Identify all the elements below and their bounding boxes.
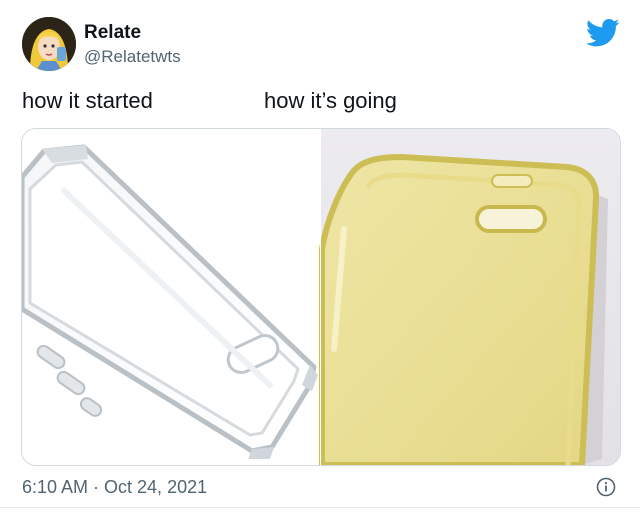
tweet-media[interactable] <box>21 128 621 466</box>
avatar[interactable] <box>22 17 76 71</box>
clear-phone-case-image <box>22 129 321 465</box>
tweet-timestamp[interactable]: 6:10 AM · Oct 24, 2021 <box>22 477 207 498</box>
user-handle[interactable]: @Relatetwts <box>84 47 181 67</box>
yellowed-phone-case-image <box>319 129 620 465</box>
avatar-image <box>22 17 76 71</box>
display-name[interactable]: Relate <box>84 22 141 44</box>
info-icon[interactable] <box>596 477 616 497</box>
divider <box>0 507 640 508</box>
caption-how-its-going: how it’s going <box>264 88 397 113</box>
twitter-bird-icon[interactable] <box>586 18 620 48</box>
caption-how-it-started: how it started <box>22 88 153 113</box>
